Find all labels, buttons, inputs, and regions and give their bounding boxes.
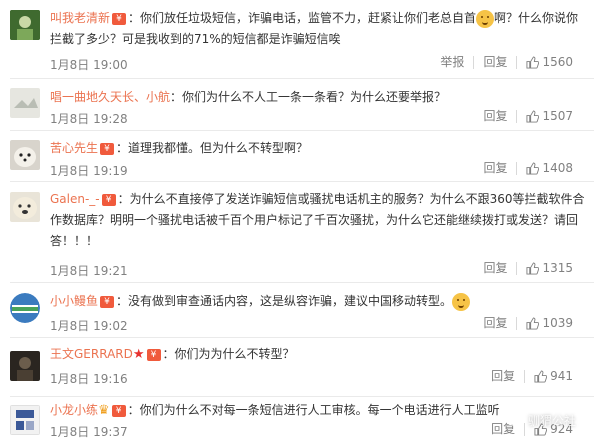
comment-meta: 1月8日 19:00 举报 回复 1560	[50, 56, 582, 74]
comment-time: 1月8日 19:28	[50, 112, 128, 126]
user-avatar[interactable]	[10, 192, 40, 222]
comment-time: 1月8日 19:21	[50, 264, 128, 278]
cat-face-emoji-icon	[476, 9, 495, 28]
report-link[interactable]: 举报	[431, 56, 473, 69]
username-link[interactable]: 叫我老清新	[50, 11, 110, 25]
reply-link[interactable]: 回复	[473, 56, 516, 69]
crown-icon: ♛	[98, 403, 110, 418]
like-count: 1560	[542, 55, 573, 69]
username-link[interactable]: 小小鳗鱼	[50, 294, 98, 308]
user-avatar[interactable]	[10, 405, 40, 435]
like-count: 1039	[542, 316, 573, 330]
comment-time: 1月8日 19:37	[50, 425, 128, 439]
like-button[interactable]: 941	[524, 370, 582, 383]
comment-meta: 1月8日 19:28 回复 1507	[50, 110, 582, 128]
like-button[interactable]: 1507	[516, 110, 582, 123]
like-count: 1507	[542, 109, 573, 123]
comment-meta: 1月8日 19:37 回复 924	[50, 423, 582, 441]
username-link[interactable]: 小龙小练	[50, 403, 98, 417]
user-avatar[interactable]	[10, 351, 40, 381]
watermark: 驯猬公社	[506, 412, 576, 429]
comment-text: ：你们为什么不人工一条一条看？为什么还要举报？	[170, 90, 447, 104]
like-button[interactable]: 1560	[516, 56, 582, 69]
comment-time: 1月8日 19:02	[50, 319, 128, 333]
comment-actions: 回复 1408	[474, 162, 582, 175]
reply-link[interactable]: 回复	[474, 162, 516, 175]
watermark-text: 驯猬公社	[527, 414, 576, 428]
like-count: 1408	[542, 161, 573, 175]
thumbs-up-icon	[526, 56, 540, 69]
comment-time: 1月8日 19:16	[50, 372, 128, 386]
red-star-icon: ★	[132, 347, 145, 362]
comment-actions: 回复 1039	[474, 317, 582, 330]
username-link[interactable]: 王文GERRARD	[50, 347, 133, 361]
vip-badge-icon: ¥	[146, 348, 161, 361]
thumbs-up-icon	[526, 162, 540, 175]
comment-meta: 1月8日 19:16 回复 941	[50, 370, 582, 388]
user-avatar[interactable]	[10, 88, 40, 118]
reply-link[interactable]: 回复	[474, 317, 516, 330]
thumbs-up-icon	[526, 317, 540, 330]
comment-text: ：你们放任垃圾短信，诈骗电话，监管不力，赶紧让你们老总自首	[128, 11, 477, 25]
comment-content: 唱一曲地久天长、小航：你们为什么不人工一条一条看？为什么还要举报？	[50, 87, 586, 108]
comment-meta: 1月8日 19:02 回复 1039	[50, 317, 582, 335]
vip-badge-icon: ¥	[100, 295, 115, 308]
comment-item: 小龙小练♛ ¥ ：你们为什么不对每一条短信进行人工审核。每一个电话进行人工监听 1月…	[0, 397, 594, 446]
like-button[interactable]: 1408	[516, 162, 582, 175]
thumbs-up-icon	[526, 110, 540, 123]
comment-text: ：为什么不直接停了发送诈骗短信或骚扰电话机主的服务？为什么不跟360等拦截软件合…	[50, 192, 585, 248]
comment-text: ：道理我都懂。但为什么不转型啊？	[116, 141, 309, 155]
vip-badge-icon: ¥	[101, 193, 116, 206]
comment-item: 叫我老清新 ¥ ：你们放任垃圾短信，诈骗电话，监管不力，赶紧让你们老总自首 啊？什么你…	[0, 0, 594, 90]
vip-badge-icon: ¥	[112, 12, 127, 25]
comment-time: 1月8日 19:19	[50, 164, 128, 178]
cat-face-emoji-icon	[452, 292, 471, 311]
username-link[interactable]: 唱一曲地久天长、小航	[50, 90, 170, 104]
comment-content: Galen-_- ¥ ：为什么不直接停了发送诈骗短信或骚扰电话机主的服务？为什么不跟…	[50, 189, 586, 252]
like-count: 941	[550, 369, 573, 383]
comment-text: ：你们为为什么不转型？	[162, 347, 295, 361]
comment-actions: 回复 941	[482, 370, 582, 383]
user-avatar[interactable]	[10, 10, 40, 40]
vip-badge-icon: ¥	[111, 404, 126, 417]
thumbs-up-icon	[534, 370, 548, 383]
comment-content: 小小鳗鱼 ¥ ：没有做到审查通话内容，这是纵容诈骗，建议中国移动转型。	[50, 291, 586, 312]
comment-content: 王文GERRARD★ ¥ ：你们为为什么不转型？	[50, 344, 586, 365]
reply-link[interactable]: 回复	[474, 262, 516, 275]
vip-badge-icon: ¥	[100, 142, 115, 155]
reply-link[interactable]: 回复	[474, 110, 516, 123]
reply-link[interactable]: 回复	[482, 370, 524, 383]
user-avatar[interactable]	[10, 140, 40, 170]
thumbs-up-icon	[526, 262, 540, 275]
wechat-icon	[506, 413, 524, 428]
like-count: 1315	[542, 261, 573, 275]
username-link[interactable]: 苦心先生	[50, 141, 98, 155]
username-link[interactable]: Galen-_-	[50, 192, 100, 206]
comment-content: 苦心先生 ¥ ：道理我都懂。但为什么不转型啊？	[50, 138, 586, 159]
user-avatar[interactable]	[10, 293, 40, 323]
comment-text: ：你们为什么不对每一条短信进行人工审核。每一个电话进行人工监听	[127, 403, 500, 417]
like-button[interactable]: 1315	[516, 262, 582, 275]
comment-content: 叫我老清新 ¥ ：你们放任垃圾短信，诈骗电话，监管不力，赶紧让你们老总自首 啊？什么你…	[50, 8, 586, 50]
like-button[interactable]: 1039	[516, 317, 582, 330]
comment-actions: 回复 1315	[474, 262, 582, 275]
comment-meta: 1月8日 19:19 回复 1408	[50, 162, 582, 180]
comment-item: 苦心先生 ¥ ：道理我都懂。但为什么不转型啊？ 1月8日 19:19 回复 1408	[0, 131, 594, 182]
comment-actions: 举报 回复 1560	[431, 56, 582, 69]
comment-item: 小小鳗鱼 ¥ ：没有做到审查通话内容，这是纵容诈骗，建议中国移动转型。 1月8日 1…	[0, 283, 594, 338]
comment-item: Galen-_- ¥ ：为什么不直接停了发送诈骗短信或骚扰电话机主的服务？为什么不跟…	[0, 182, 594, 283]
comment-text: ：没有做到审查通话内容，这是纵容诈骗，建议中国移动转型。	[116, 294, 453, 308]
comment-meta: 1月8日 19:21 回复 1315	[50, 262, 582, 280]
comment-item: 王文GERRARD★ ¥ ：你们为为什么不转型？ 1月8日 19:16 回复 941	[0, 338, 594, 397]
comment-time: 1月8日 19:00	[50, 58, 128, 72]
comment-item: 唱一曲地久天长、小航：你们为什么不人工一条一条看？为什么还要举报？ 1月8日 1…	[0, 79, 594, 131]
comment-actions: 回复 1507	[474, 110, 582, 123]
